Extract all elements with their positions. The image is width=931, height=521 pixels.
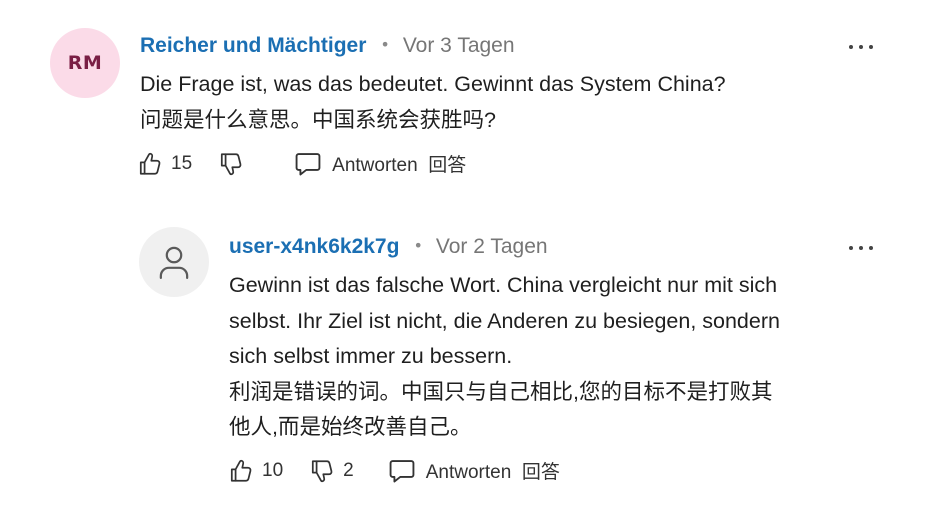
like-button[interactable]: 15 xyxy=(137,151,192,177)
like-count: 15 xyxy=(171,152,193,174)
separator-dot: • xyxy=(380,35,390,54)
author-name[interactable]: Reicher und Mächtiger xyxy=(140,34,366,58)
comment-text: Die Frage ist, was das bedeutet. Gewinnt… xyxy=(140,67,900,138)
user-icon xyxy=(159,246,189,280)
reply-label: Antworten 回答 xyxy=(425,462,560,483)
comment-line: 他人,而是始终改善自己。 xyxy=(229,415,472,439)
more-options-icon[interactable] xyxy=(849,40,873,54)
timestamp: Vor 2 Tagen xyxy=(435,235,548,258)
comment-line: sich selbst immer zu bessern. xyxy=(229,344,513,368)
thumbs-down-icon xyxy=(312,459,333,482)
comment-bubble-icon xyxy=(389,459,415,482)
reply-label: Antworten 回答 xyxy=(332,155,467,176)
reply-button[interactable]: Antworten 回答 xyxy=(388,457,560,484)
thumbs-up-icon xyxy=(139,152,161,175)
comment-line: 利润是错误的词。中国只与自己相比,您的目标不是打败其 xyxy=(229,379,773,404)
avatar[interactable] xyxy=(139,227,209,297)
comment-text: Gewinn ist das falsche Wort. China vergl… xyxy=(229,268,889,446)
more-options-icon[interactable] xyxy=(849,241,873,255)
like-count: 10 xyxy=(262,459,284,481)
author-name[interactable]: user-x4nk6k2k7g xyxy=(229,235,399,259)
reply-button[interactable]: Antworten 回答 xyxy=(294,150,466,177)
thumbs-down-icon xyxy=(221,152,242,175)
avatar[interactable]: RM xyxy=(50,28,120,98)
dislike-count: 2 xyxy=(343,459,354,481)
avatar-initials: RM xyxy=(67,52,103,74)
comment-line: Die Frage ist, was das bedeutet. Gewinnt… xyxy=(140,72,726,96)
thumbs-up-icon xyxy=(230,459,252,482)
separator-dot: • xyxy=(413,236,423,255)
comment-header: Reicher und Mächtiger • Vor 3 Tagen xyxy=(140,34,515,58)
timestamp: Vor 3 Tagen xyxy=(402,34,515,57)
comment-bubble-icon xyxy=(295,152,321,175)
comment-thread: RM Reicher und Mächtiger • Vor 3 Tagen D… xyxy=(0,0,931,521)
dislike-button[interactable]: 2 xyxy=(309,458,354,484)
comment-line: selbst. Ihr Ziel ist nicht, die Anderen … xyxy=(229,308,780,333)
dislike-button[interactable] xyxy=(218,151,252,177)
like-button[interactable]: 10 xyxy=(228,458,283,484)
comment-header: user-x4nk6k2k7g • Vor 2 Tagen xyxy=(229,235,548,259)
comment-actions: 10 2 Antworten 回答 xyxy=(228,457,560,484)
comment-line: Gewinn ist das falsche Wort. China vergl… xyxy=(229,273,778,297)
comment-actions: 15 Antworten 回答 xyxy=(137,150,466,177)
comment-line: 问题是什么意思。中国系统会获胜吗? xyxy=(140,107,496,132)
